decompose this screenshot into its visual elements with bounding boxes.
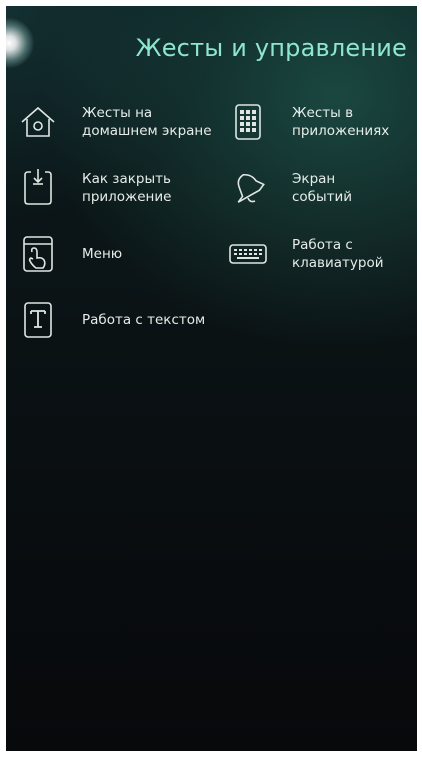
page-title: Жесты и управление: [135, 34, 407, 62]
home-icon: [18, 102, 58, 142]
menu-item-label: Как закрыть приложение: [82, 171, 172, 205]
menu-item-label: Работа с клавиатурой: [292, 237, 384, 271]
menu-item-text[interactable]: Работа с текстом: [18, 300, 224, 340]
text-icon: [18, 300, 58, 340]
screen: Жесты и управление Жесты на домашнем экр…: [6, 6, 417, 751]
menu-item-close-app[interactable]: Как закрыть приложение: [18, 168, 224, 208]
menu-item-menu[interactable]: Меню: [18, 234, 224, 274]
corner-glow: [6, 18, 34, 68]
keyboard-icon: [228, 234, 268, 274]
app-grid-icon: [228, 102, 268, 142]
menu-item-keyboard[interactable]: Работа с клавиатурой: [228, 234, 392, 274]
menu-item-app-gestures[interactable]: Жесты в приложениях: [228, 102, 392, 142]
menu-item-event-screen[interactable]: Экран событий: [228, 168, 392, 208]
menu-item-label: Меню: [82, 246, 123, 262]
menu-item-home-gestures[interactable]: Жесты на домашнем экране: [18, 102, 224, 142]
menu-item-label: Экран событий: [292, 171, 353, 205]
close-app-icon: [18, 168, 58, 208]
menu-item-label: Жесты на домашнем экране: [82, 105, 212, 139]
menu-gesture-icon: [18, 234, 58, 274]
menu-item-label: Работа с текстом: [82, 312, 206, 328]
menu-item-label: Жесты в приложениях: [292, 105, 390, 139]
bell-icon: [228, 168, 268, 208]
